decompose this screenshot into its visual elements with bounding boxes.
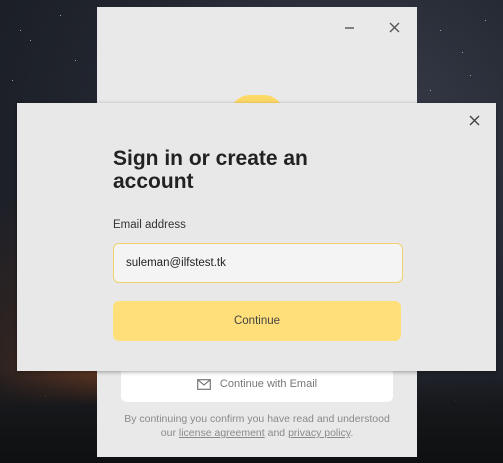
privacy-policy-link[interactable]: privacy policy bbox=[288, 427, 350, 439]
page-title: Sign in or create an account bbox=[113, 147, 308, 193]
legal-notice: By continuing you confirm you have read … bbox=[117, 412, 397, 440]
continue-with-email-label: Continue with Email bbox=[219, 378, 318, 390]
continue-with-email-button[interactable]: Continue with Email bbox=[121, 366, 393, 402]
continue-button[interactable]: Continue bbox=[113, 301, 401, 341]
email-field[interactable] bbox=[113, 243, 403, 283]
email-label: Email address bbox=[113, 219, 186, 231]
sign-in-modal: Sign in or create an account Email addre… bbox=[17, 103, 496, 371]
minimize-icon[interactable] bbox=[337, 15, 361, 39]
close-icon[interactable] bbox=[382, 15, 406, 39]
mail-icon bbox=[196, 378, 211, 390]
legal-suffix: . bbox=[350, 427, 354, 439]
close-icon[interactable] bbox=[464, 110, 484, 130]
license-agreement-link[interactable]: license agreement bbox=[179, 427, 265, 439]
legal-and: and bbox=[267, 427, 286, 439]
